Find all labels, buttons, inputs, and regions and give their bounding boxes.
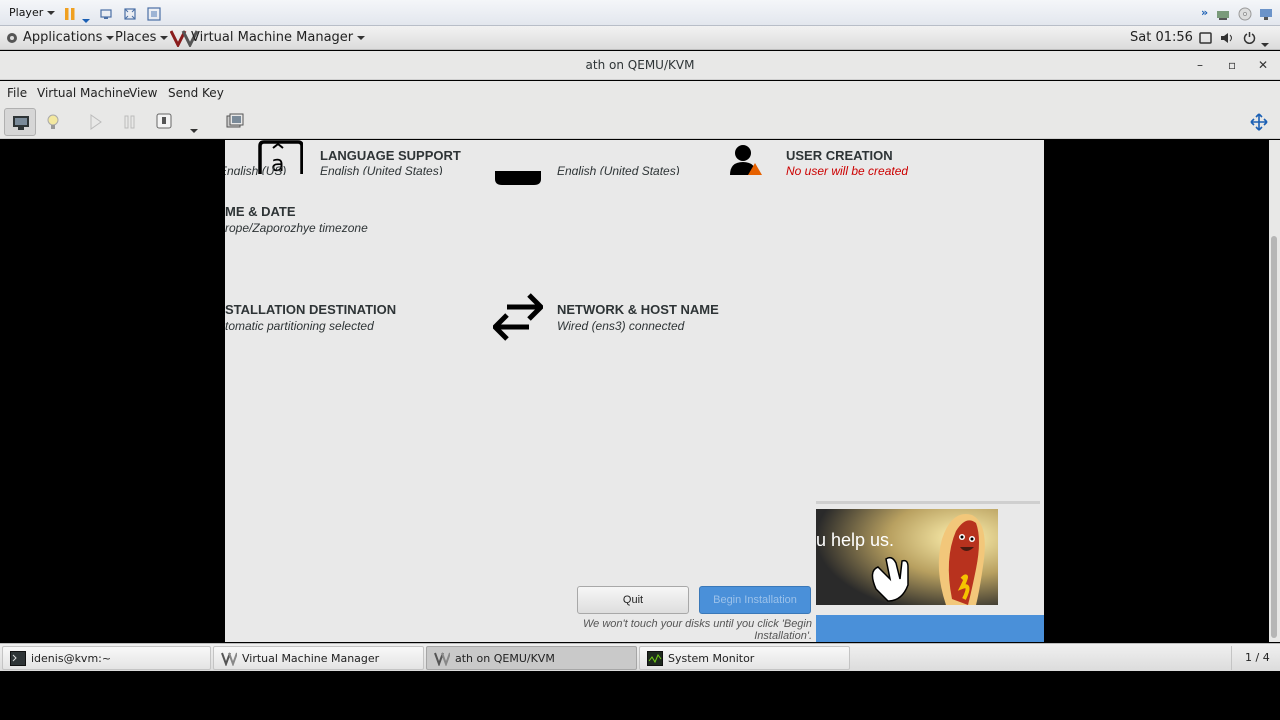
- system-menu-dropdown-icon[interactable]: [1261, 37, 1269, 52]
- promo-text: u help us.: [816, 530, 895, 550]
- monitor-icon: [13, 116, 29, 130]
- send-ctrl-alt-del-icon[interactable]: [99, 6, 113, 20]
- workspace-indicator: 1 / 4: [1245, 651, 1270, 664]
- screen-icon[interactable]: [1199, 32, 1212, 48]
- run-icon[interactable]: [89, 114, 103, 134]
- pause-icon[interactable]: [63, 6, 77, 20]
- user-creation-subtitle: No user will be created: [786, 164, 909, 177]
- keyboard-icon: [494, 170, 542, 191]
- applications-icon: [6, 32, 18, 48]
- menu-file[interactable]: File: [7, 86, 27, 100]
- unity-icon[interactable]: [147, 6, 161, 21]
- time-date-title[interactable]: ME & DATE: [225, 204, 296, 219]
- user-warning-icon: [728, 143, 766, 180]
- user-creation-title[interactable]: USER CREATION: [786, 148, 893, 163]
- cd-drive-icon[interactable]: [1238, 6, 1252, 21]
- toolbar: [0, 105, 1280, 139]
- power-icon[interactable]: [1243, 31, 1256, 48]
- workspace-switcher[interactable]: 1 / 4: [1231, 646, 1277, 670]
- installation-destination-title[interactable]: STALLATION DESTINATION: [225, 302, 396, 317]
- applications-menu[interactable]: Applications: [23, 30, 115, 45]
- network-arrows-icon: [491, 293, 545, 346]
- installer-bottom-bar: [816, 615, 1044, 642]
- minimize-button[interactable]: –: [1197, 58, 1203, 72]
- player-menu-button[interactable]: Player: [9, 6, 56, 19]
- screen-bottom: [0, 671, 1280, 720]
- network-adapter-icon[interactable]: [1216, 6, 1230, 20]
- keyboard-subtitle-clip: English (United States): [557, 164, 680, 175]
- network-hostname-title[interactable]: NETWORK & HOST NAME: [557, 302, 719, 317]
- installer-summary-screen: a LANGUAGE SUPPORT English (United State…: [225, 140, 1044, 642]
- time-date-subtitle: rope/Zaporozhye timezone: [225, 221, 368, 235]
- user-creation-subtitle-clip: No user will be created: [786, 164, 908, 177]
- language-support-subtitle-clip: English (United States): [320, 164, 443, 175]
- task-vm-console[interactable]: ath on QEMU/KVM: [426, 646, 637, 670]
- installation-destination-subtitle: tomatic partitioning selected: [225, 319, 374, 333]
- language-support-subtitle: English (United States): [320, 164, 443, 175]
- display-icon[interactable]: [1259, 6, 1273, 20]
- keyboard-left-subtitle: English (US): [225, 164, 287, 175]
- app-menu-label: Virtual Machine Manager: [191, 30, 354, 45]
- shutdown-dropdown-icon[interactable]: [190, 120, 198, 139]
- resize-to-vm-icon[interactable]: [1250, 113, 1268, 135]
- language-support-title[interactable]: LANGUAGE SUPPORT: [320, 148, 461, 163]
- overflow-chevron-icon[interactable]: »: [1201, 6, 1208, 19]
- menu-bar: File Virtual Machine View Send Key: [0, 81, 1280, 105]
- maximize-button[interactable]: ▫: [1228, 58, 1236, 72]
- keyboard-subtitle: English (United States): [557, 164, 680, 175]
- virt-manager-icon: [434, 652, 450, 666]
- app-menu[interactable]: Virtual Machine Manager: [191, 30, 366, 45]
- snapshots-icon[interactable]: [226, 113, 244, 133]
- close-button[interactable]: ✕: [1258, 58, 1268, 72]
- hotdog-mascot-image: [816, 509, 998, 605]
- volume-icon[interactable]: [1220, 31, 1234, 49]
- task-system-monitor-label: System Monitor: [668, 652, 755, 665]
- scrollbar-thumb[interactable]: [1271, 236, 1277, 638]
- keyboard-left-subtitle-clip: English (US): [225, 164, 286, 175]
- menu-view[interactable]: View: [129, 86, 157, 100]
- quit-button[interactable]: Quit: [577, 586, 689, 614]
- task-virt-manager-label: Virtual Machine Manager: [242, 652, 380, 665]
- applications-label: Applications: [23, 30, 103, 45]
- network-hostname-subtitle: Wired (ens3) connected: [557, 319, 685, 333]
- window-title: ath on QEMU/KVM: [585, 58, 695, 72]
- places-menu[interactable]: Places: [115, 30, 169, 45]
- pause-vm-icon[interactable]: [123, 114, 137, 134]
- disk-note: We won't touch your disks until you clic…: [583, 618, 812, 642]
- menu-send-key[interactable]: Send Key: [168, 86, 224, 100]
- task-virt-manager[interactable]: Virtual Machine Manager: [213, 646, 424, 670]
- fullscreen-icon[interactable]: [123, 6, 137, 20]
- task-terminal-label: idenis@kvm:~: [31, 652, 112, 665]
- details-lightbulb-icon[interactable]: [45, 113, 61, 135]
- progress-track: [816, 501, 1040, 504]
- virt-manager-icon: [221, 652, 237, 666]
- menu-virtual-machine[interactable]: Virtual Machine: [37, 86, 130, 100]
- begin-installation-button[interactable]: Begin Installation: [699, 586, 811, 614]
- player-toolbar: Player »: [0, 0, 1280, 26]
- player-menu-label: Player: [9, 6, 44, 19]
- console-view-button[interactable]: [4, 108, 36, 136]
- task-vm-console-label: ath on QEMU/KVM: [455, 652, 555, 665]
- window-title-bar[interactable]: ath on QEMU/KVM – ▫ ✕: [0, 51, 1280, 80]
- task-terminal[interactable]: idenis@kvm:~: [2, 646, 211, 670]
- gnome-top-bar: Applications Places Virtual Machine Mana…: [0, 26, 1280, 50]
- taskbar: idenis@kvm:~ Virtual Machine Manager ath…: [0, 643, 1280, 671]
- places-label: Places: [115, 30, 157, 45]
- clock[interactable]: Sat 01:56: [1130, 30, 1193, 45]
- system-monitor-icon: [647, 651, 663, 666]
- task-system-monitor[interactable]: System Monitor: [639, 646, 850, 670]
- terminal-icon: [10, 651, 26, 666]
- shutdown-icon[interactable]: [156, 113, 172, 133]
- promo-banner: u help us.: [816, 509, 998, 605]
